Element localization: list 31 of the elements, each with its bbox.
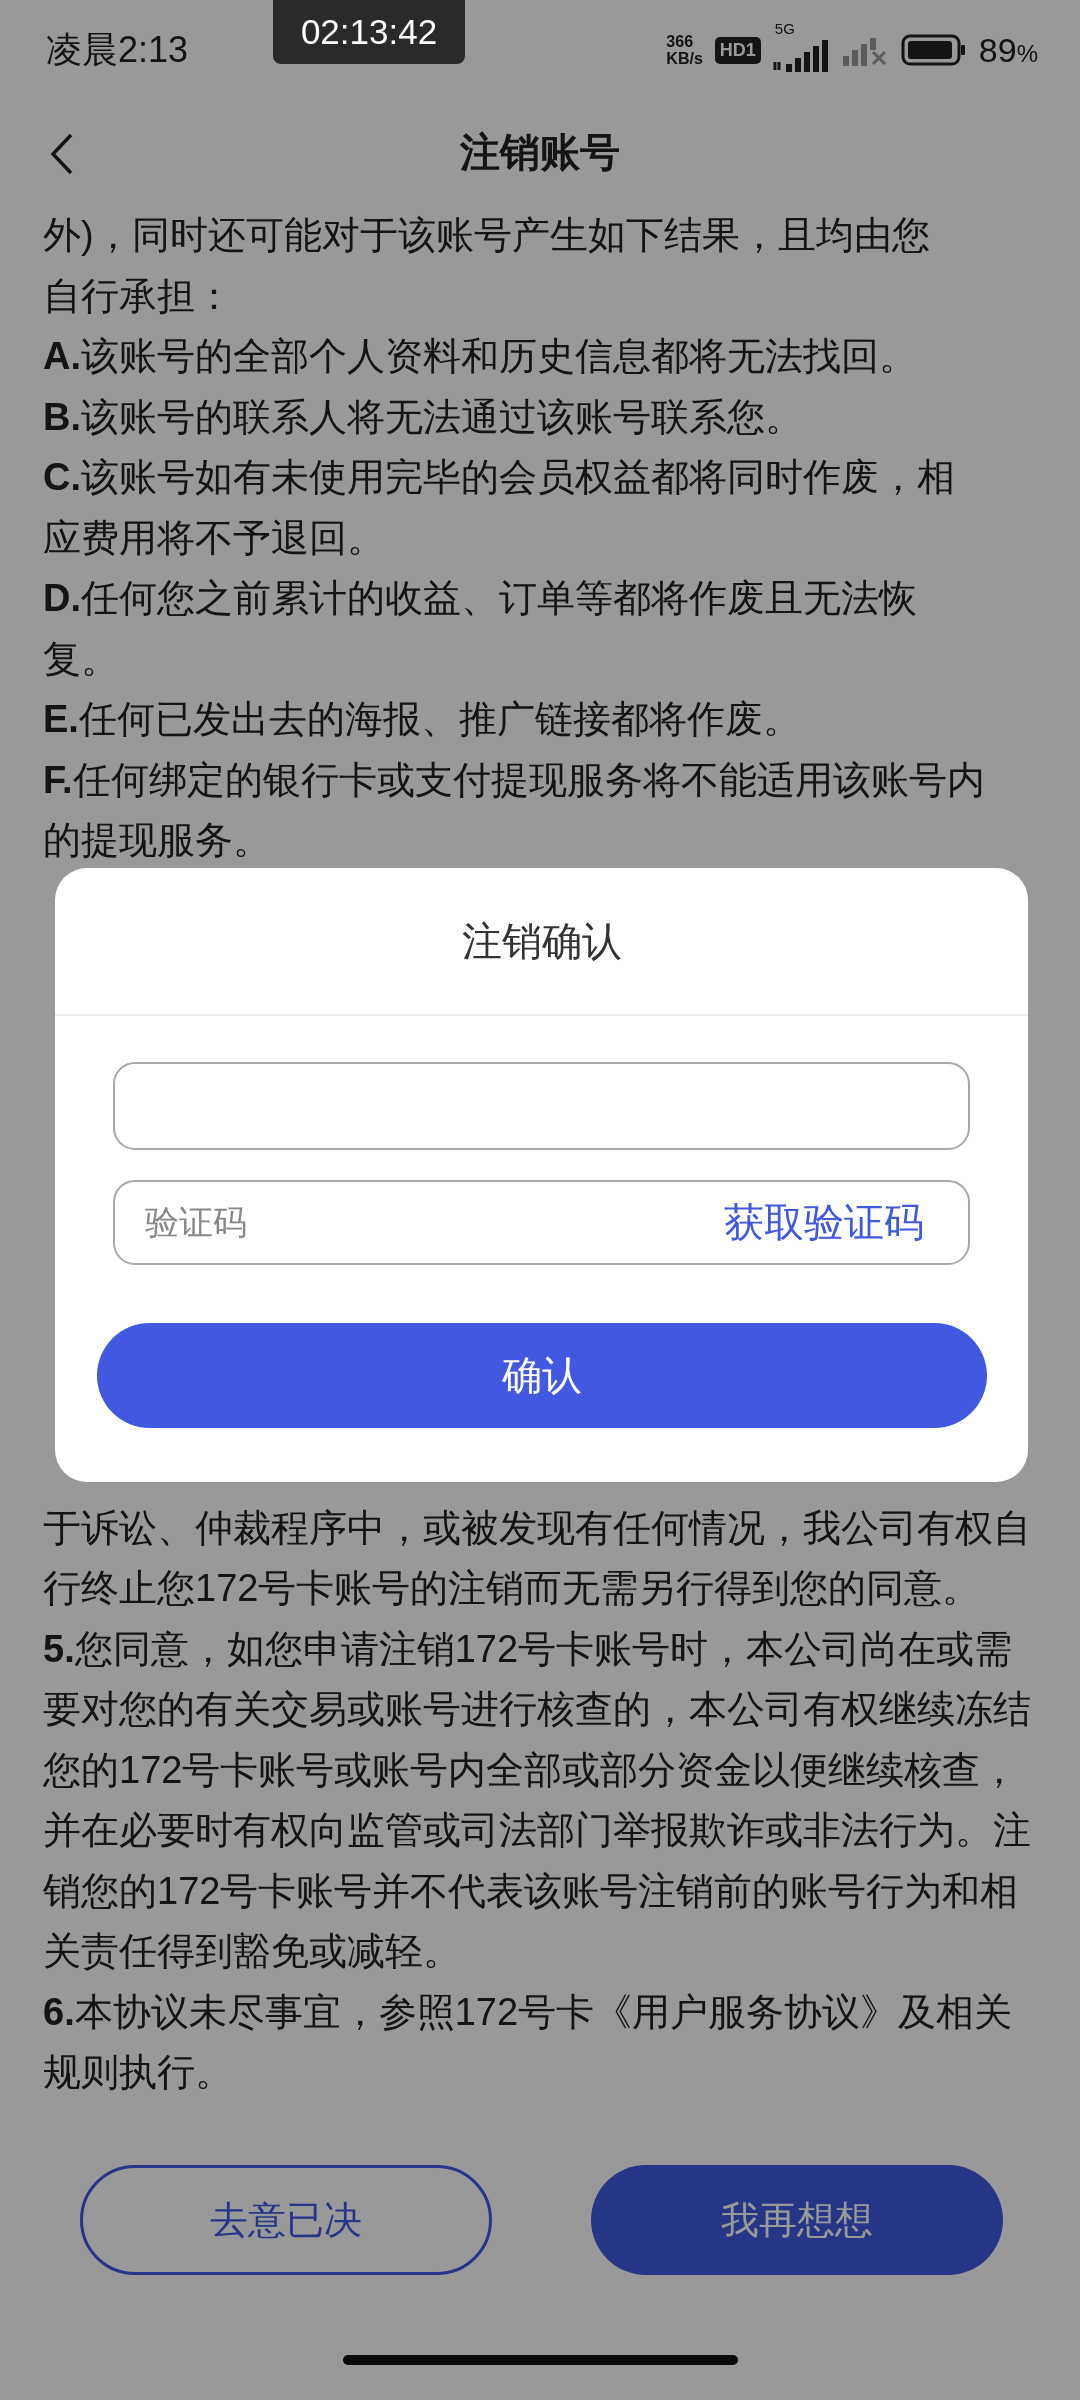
agreement-paragraph: A.该账号的全部个人资料和历史信息都将无法找回。: [43, 334, 918, 379]
recording-timer: 02:13:42: [273, 0, 465, 64]
back-icon[interactable]: [50, 132, 74, 176]
code-input[interactable]: 验证码: [145, 1203, 724, 1242]
get-code-link[interactable]: 获取验证码: [724, 1195, 924, 1250]
percent-sign: %: [1016, 39, 1038, 67]
agreement-paragraph: C.该账号如有未使用完毕的会员权益都将同时作废，相应费用将不予退回。: [43, 455, 956, 561]
agreement-paragraph: 于诉讼、仲裁程序中，或被发现有任何情况，我公司有权自行终止您172号卡账号的注销而无需另行得到您的同意。: [43, 1505, 1032, 1611]
agreement-paragraph: 外)，同时还可能对于该账号产生如下结果，且均由您: [43, 213, 931, 258]
battery-icon: [900, 34, 967, 66]
agreement-paragraph: E.任何已发出去的海报、推广链接都将作废。: [43, 697, 802, 742]
agreement-paragraph: 6.本协议未尽事宜，参照172号卡《用户服务协议》及相关规则执行。: [43, 1989, 1014, 2095]
agreement-paragraph: 5.您同意，如您申请注销172号卡账号时，本公司尚在或需要对您的有关交易或账号进行核查的，本公司有权继续冻结您的172号卡账号或账号内全部或部分资金以便继续核查，并在必要时有权向监管或司法部门举报欺诈或非法行为。注销您的172号卡账号并不代表该账号注销前的账号行为和相关责任得到豁免或减轻。: [43, 1626, 1032, 1974]
agreement-paragraph: B.该账号的联系人将无法通过该账号联系您。: [43, 394, 804, 440]
net-speed-value: 366: [666, 33, 695, 50]
signal-icon: [772, 40, 831, 74]
network-label: 5G: [774, 20, 795, 37]
agreement-paragraph: 自行承担：: [43, 273, 234, 319]
phone-field[interactable]: [113, 1062, 970, 1150]
battery-percent: 89: [978, 30, 1017, 69]
agreement-paragraph: F.任何绑定的银行卡或支付提现服务将不能适用该账号内的提现服务。: [43, 757, 985, 863]
dialog-title: 注销确认: [55, 868, 1028, 1016]
page-title: 注销账号: [460, 129, 620, 176]
code-field[interactable]: 验证码 获取验证码: [113, 1180, 970, 1265]
reconsider-button[interactable]: 我再想想: [591, 2165, 1003, 2275]
agreement-paragraph: D.任何您之前累计的收益、订单等都将作废且无法恢复。: [43, 576, 918, 682]
confirm-button[interactable]: 确认: [96, 1323, 987, 1428]
confirm-cancel-button[interactable]: 去意已决: [80, 2165, 492, 2275]
net-speed-unit: KB/s: [666, 50, 703, 67]
hd-badge: HD1: [714, 36, 761, 64]
status-time: 凌晨2:13: [46, 27, 189, 72]
